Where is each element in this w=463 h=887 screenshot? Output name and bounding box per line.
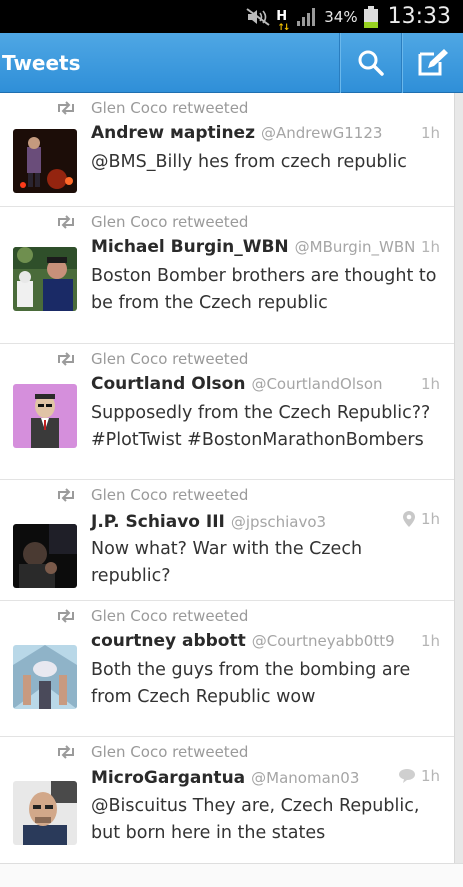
search-icon (358, 50, 384, 76)
retweeted-by: Glen Coco retweeted (91, 607, 249, 625)
signal-icon (296, 7, 318, 27)
timestamp: 1h (420, 124, 440, 142)
timestamp: 1h (420, 767, 440, 785)
retweet-icon (58, 745, 74, 759)
retweeted-by: Glen Coco retweeted (91, 743, 249, 761)
retweet-context: Glen Coco retweeted (58, 737, 440, 767)
action-bar: Tweets (0, 32, 463, 93)
tweet-item[interactable]: Glen Coco retweeted Michael Burgin_WBN @… (0, 207, 454, 344)
retweeted-by: Glen Coco retweeted (91, 99, 249, 117)
tweet-timeline[interactable]: Glen Coco retweeted Andrew марtinez @And… (0, 93, 455, 863)
tweet-text: Now what? War with the Czech republic? (91, 539, 363, 586)
retweet-icon (58, 609, 74, 623)
tweet-meta: 1h (421, 375, 440, 393)
retweeted-by: Glen Coco retweeted (91, 350, 249, 368)
avatar[interactable] (13, 129, 77, 193)
retweet-context: Glen Coco retweeted (58, 601, 440, 631)
timestamp: 1h (420, 510, 440, 528)
author-handle[interactable]: @Manoman03 (251, 769, 399, 787)
retweeted-by: Glen Coco retweeted (91, 486, 249, 504)
tweet-item[interactable]: Glen Coco retweeted courtney abbott @Cou… (0, 601, 454, 737)
retweet-icon (58, 352, 74, 366)
tweet-item[interactable]: Glen Coco retweeted Courtland Olson @Cou… (0, 344, 454, 480)
tweet-meta: 1h (421, 238, 440, 256)
tweet-item[interactable]: Glen Coco retweeted J.P. Schiavo III @jp… (0, 480, 454, 601)
author-name[interactable]: Michael Burgin_WBN (91, 237, 289, 257)
retweet-context: Glen Coco retweeted (58, 480, 440, 510)
author-name[interactable]: courtney abbott (91, 631, 246, 651)
tweet-text: @BMS_Billy hes from czech republic (91, 152, 407, 172)
page-title[interactable]: Tweets (0, 51, 339, 75)
tweet-meta: 1h (421, 124, 440, 142)
author-name[interactable]: Courtland Olson (91, 374, 245, 394)
tweet-meta: 1h (402, 510, 440, 528)
tweet-meta: 1h (421, 632, 440, 650)
tweet-meta: 1h (398, 767, 440, 785)
retweet-icon (58, 101, 74, 115)
search-button[interactable] (339, 32, 401, 93)
author-handle[interactable]: @AndrewG1123 (261, 124, 421, 142)
avatar[interactable] (13, 781, 77, 845)
battery-icon (363, 5, 378, 28)
location-pin-icon (402, 511, 415, 527)
retweet-context: Glen Coco retweeted (58, 344, 440, 374)
timestamp: 1h (420, 375, 440, 393)
tweet-item[interactable]: Glen Coco retweeted MicroGargantua @Mano… (0, 737, 454, 863)
compose-icon (418, 48, 448, 75)
clock: 13:33 (387, 4, 451, 29)
author-handle[interactable]: @MBurgin_WBN (295, 238, 421, 256)
tweet-text: Both the guys from the bombing are from … (91, 660, 411, 707)
avatar[interactable] (13, 524, 77, 588)
battery-percent: 34% (324, 7, 358, 26)
avatar[interactable] (13, 384, 77, 448)
avatar[interactable] (13, 247, 77, 311)
mute-icon (246, 7, 270, 26)
avatar[interactable] (13, 645, 77, 709)
author-handle[interactable]: @CourtlandOlson (251, 375, 421, 393)
bottom-edge (0, 863, 463, 887)
retweet-context: Glen Coco retweeted (58, 207, 440, 237)
author-name[interactable]: MicroGargantua (91, 768, 245, 788)
author-name[interactable]: J.P. Schiavo III (91, 512, 225, 532)
tweet-text: Supposedly from the Czech Republic?? #Pl… (91, 403, 431, 450)
tweet-text: @Biscuitus They are, Czech Republic, but… (91, 796, 420, 843)
timestamp: 1h (420, 238, 440, 256)
tweet-text: Boston Bomber brothers are thought to be… (91, 266, 437, 313)
author-handle[interactable]: @Courtneyabb0tt9 (252, 632, 421, 650)
author-handle[interactable]: @jpschiavo3 (231, 513, 403, 531)
author-name[interactable]: Andrew марtinez (91, 123, 255, 143)
tweet-item[interactable]: Glen Coco retweeted Andrew марtinez @And… (0, 93, 454, 207)
compose-button[interactable] (401, 32, 463, 93)
retweeted-by: Glen Coco retweeted (91, 213, 249, 231)
retweet-icon (58, 488, 74, 502)
status-bar: H ↑↓ 34% 13:33 (0, 0, 463, 33)
hspa-icon: H ↑↓ (276, 8, 290, 33)
retweet-icon (58, 215, 74, 229)
timestamp: 1h (420, 632, 440, 650)
retweet-context: Glen Coco retweeted (58, 93, 440, 123)
conversation-icon (398, 769, 415, 783)
